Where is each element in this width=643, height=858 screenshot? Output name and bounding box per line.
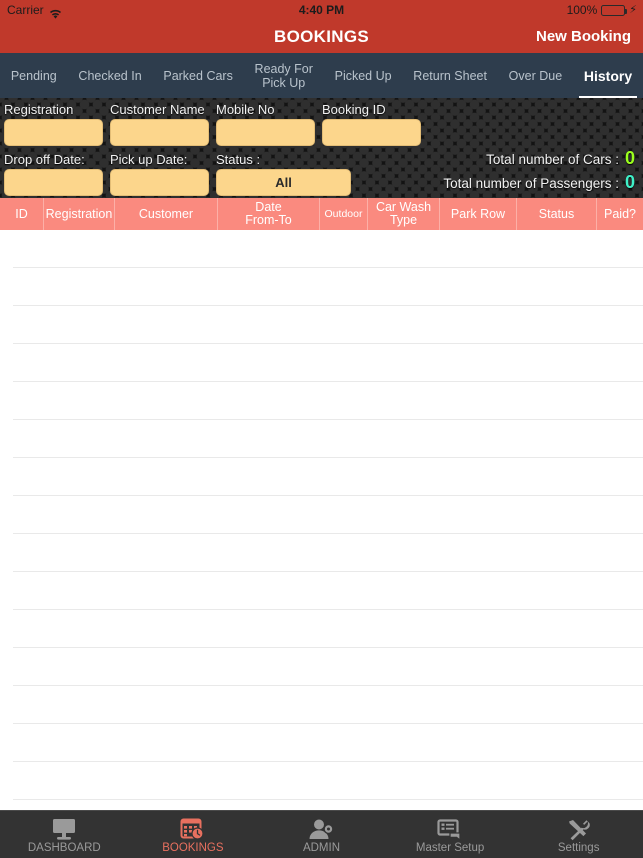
table-row[interactable]: [0, 496, 643, 534]
column-header-status[interactable]: Status: [517, 198, 597, 230]
nav-bar: BOOKINGS New Booking: [0, 20, 643, 53]
mobile-no-input[interactable]: [216, 119, 315, 146]
new-booking-button[interactable]: New Booking: [536, 20, 631, 53]
table-row[interactable]: [0, 610, 643, 648]
battery-percent-label: 100%: [566, 3, 598, 17]
bottom-toolbar: DASHBOARD BOOKINGS ADMIN Master Setup Se…: [0, 810, 643, 858]
total-cars: Total number of Cars : 0: [486, 148, 635, 169]
calendar-clock-icon: [180, 817, 205, 841]
status-bar-right: 100% ⚡: [567, 0, 637, 20]
column-header-park-row[interactable]: Park Row: [440, 198, 517, 230]
user-gear-icon: [308, 817, 335, 841]
table-row[interactable]: [0, 458, 643, 496]
table-header: ID Registration Customer Date From-To Ou…: [0, 198, 643, 230]
battery-full-icon: [601, 4, 628, 16]
status-label: Status :: [216, 152, 261, 167]
booking-id-input[interactable]: [322, 119, 421, 146]
registration-input[interactable]: [4, 119, 103, 146]
toolbar-item-dashboard[interactable]: DASHBOARD: [0, 811, 129, 858]
toolbar-item-settings[interactable]: Settings: [514, 811, 643, 858]
customer-name-label: Customer Name: [110, 102, 205, 117]
tab-checked-in[interactable]: Checked In: [68, 53, 153, 98]
table-row[interactable]: [0, 306, 643, 344]
drop-off-date-input[interactable]: [4, 169, 103, 196]
table-row[interactable]: [0, 648, 643, 686]
table-row[interactable]: [0, 724, 643, 762]
customer-name-input[interactable]: [110, 119, 209, 146]
registration-label: Registration: [4, 102, 74, 117]
toolbar-item-master-setup[interactable]: Master Setup: [386, 811, 515, 858]
mobile-no-label: Mobile No: [216, 102, 275, 117]
column-header-outdoor[interactable]: Outdoor: [320, 198, 368, 230]
tools-icon: [566, 817, 592, 841]
column-header-id[interactable]: ID: [0, 198, 44, 230]
total-passengers-label: Total number of Passengers :: [443, 176, 619, 191]
table-row[interactable]: [0, 344, 643, 382]
status-bar: Carrier 4:40 PM 100% ⚡: [0, 0, 643, 20]
status-bar-time: 4:40 PM: [298, 3, 345, 17]
column-header-registration[interactable]: Registration: [44, 198, 115, 230]
toolbar-label-admin: ADMIN: [302, 842, 341, 854]
monitor-icon: [51, 817, 77, 841]
list-document-icon: [436, 817, 464, 841]
column-header-date-from-to[interactable]: Date From-To: [218, 198, 320, 230]
toolbar-item-bookings[interactable]: BOOKINGS: [129, 811, 258, 858]
drop-off-date-label: Drop off Date:: [4, 152, 85, 167]
table-row[interactable]: [0, 230, 643, 268]
toolbar-label-settings: Settings: [557, 842, 600, 854]
tab-pending[interactable]: Pending: [0, 53, 68, 98]
pick-up-date-label: Pick up Date:: [110, 152, 188, 167]
table-row[interactable]: [0, 268, 643, 306]
tab-ready-for-pick-up[interactable]: Ready For Pick Up: [244, 53, 324, 98]
column-header-paid[interactable]: Paid?: [597, 198, 643, 230]
tab-parked-cars[interactable]: Parked Cars: [153, 53, 244, 98]
tab-picked-up[interactable]: Picked Up: [324, 53, 403, 98]
table-row[interactable]: [0, 686, 643, 724]
total-passengers-value: 0: [624, 172, 635, 192]
toolbar-item-admin[interactable]: ADMIN: [257, 811, 386, 858]
tab-over-due[interactable]: Over Due: [498, 53, 573, 98]
tab-strip: Pending Checked In Parked Cars Ready For…: [0, 53, 643, 98]
toolbar-label-master-setup: Master Setup: [415, 842, 485, 854]
table-row[interactable]: [0, 572, 643, 610]
tab-return-sheet[interactable]: Return Sheet: [402, 53, 497, 98]
total-cars-value: 0: [624, 148, 635, 168]
bookings-table-body[interactable]: [0, 230, 643, 810]
table-row[interactable]: [0, 420, 643, 458]
toolbar-label-dashboard: DASHBOARD: [27, 842, 101, 854]
total-cars-label: Total number of Cars :: [486, 152, 619, 167]
pick-up-date-input[interactable]: [110, 169, 209, 196]
tab-history[interactable]: History: [573, 53, 643, 98]
filter-panel: Registration Customer Name Mobile No Boo…: [0, 98, 643, 198]
status-select[interactable]: All: [216, 169, 351, 196]
column-header-customer[interactable]: Customer: [115, 198, 218, 230]
column-header-car-wash-type[interactable]: Car Wash Type: [368, 198, 440, 230]
table-row[interactable]: [0, 762, 643, 800]
total-passengers: Total number of Passengers : 0: [443, 172, 635, 193]
toolbar-label-bookings: BOOKINGS: [162, 842, 224, 854]
booking-id-label: Booking ID: [322, 102, 386, 117]
lightning-bolt-icon: ⚡: [629, 4, 637, 16]
table-row[interactable]: [0, 534, 643, 572]
app-root: Carrier 4:40 PM 100% ⚡ BOOKINGS New Book…: [0, 0, 643, 858]
table-row[interactable]: [0, 382, 643, 420]
